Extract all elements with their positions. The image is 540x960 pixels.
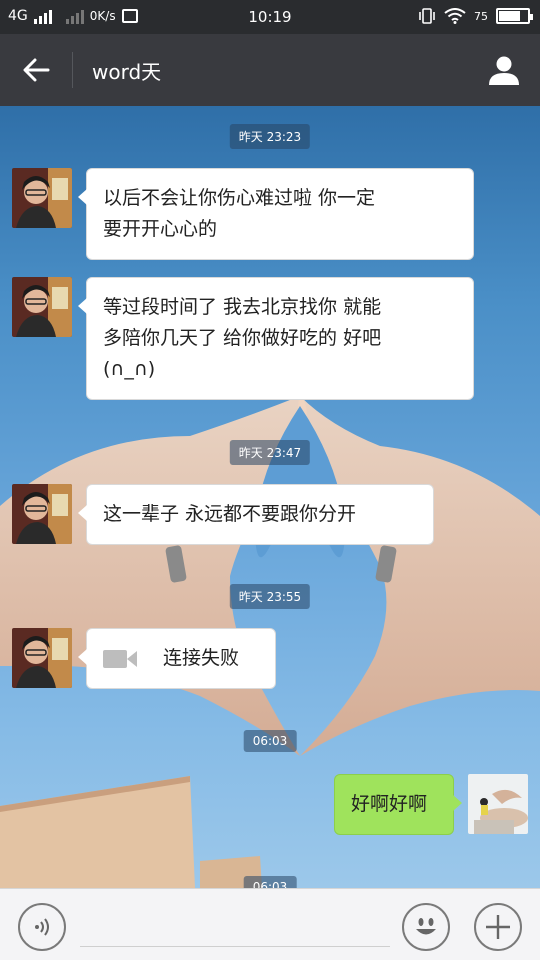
contact-avatar[interactable]: [12, 484, 72, 544]
back-button[interactable]: [14, 48, 58, 92]
input-bar: [0, 888, 540, 960]
message-input[interactable]: [80, 903, 390, 947]
timestamp: 昨天 23:55: [229, 584, 311, 609]
my-avatar[interactable]: [468, 774, 528, 834]
timestamp: 昨天 23:47: [229, 440, 311, 465]
person-icon: [489, 56, 519, 85]
battery-fill: [499, 11, 520, 21]
my-photo: [468, 774, 528, 834]
emoji-button[interactable]: [402, 903, 450, 951]
contact-photo: [12, 484, 72, 544]
battery-percent: 75: [474, 9, 488, 23]
contact-photo: [12, 628, 72, 688]
voice-button[interactable]: [18, 903, 66, 951]
my-message-bubble[interactable]: 好啊好啊: [334, 774, 462, 835]
chat-title: word天: [92, 60, 162, 84]
timestamp: 06:03: [243, 876, 297, 888]
contact-photo: [12, 168, 72, 228]
contact-photo: [12, 277, 72, 337]
message-text: 好啊好啊: [351, 793, 428, 815]
contact-avatar[interactable]: [12, 168, 72, 228]
timestamp: 昨天 23:23: [229, 124, 311, 149]
smiley-icon: [416, 918, 436, 935]
chat-header: word天: [0, 34, 540, 106]
battery-icon: [496, 8, 533, 24]
voice-icon: [35, 918, 49, 936]
message-line: (∩_∩): [103, 358, 156, 380]
message-line: 等过段时间了 我去北京找你 就能: [103, 296, 382, 318]
call-status-text: 连接失败: [163, 647, 240, 669]
message-bubble[interactable]: 这一辈子 永远都不要跟你分开: [78, 484, 434, 545]
chat-area[interactable]: 昨天 23:23 以后不会让你伤心难过啦 你一定 要开开心心的 等过段时间了 我…: [0, 106, 540, 888]
message-line: 要开开心心的: [103, 218, 218, 240]
more-button[interactable]: [474, 903, 522, 951]
message-bubble[interactable]: 等过段时间了 我去北京找你 就能 多陪你几天了 给你做好吃的 好吧 (∩_∩): [78, 277, 474, 400]
message-line: 多陪你几天了 给你做好吃的 好吧: [103, 327, 382, 349]
message-line: 这一辈子 永远都不要跟你分开: [103, 503, 357, 525]
profile-button[interactable]: [482, 48, 526, 92]
video-camera-icon: [103, 649, 137, 668]
message-line: 以后不会让你伤心难过啦 你一定: [103, 187, 376, 209]
message-bubble[interactable]: 以后不会让你伤心难过啦 你一定 要开开心心的: [78, 168, 474, 260]
wifi-icon: [444, 8, 466, 24]
contact-avatar[interactable]: [12, 628, 72, 688]
status-bar: 4G 0K/s 10:19 75: [0, 0, 540, 34]
plus-icon: [486, 915, 510, 939]
arrow-left-icon: [23, 58, 50, 82]
title-divider: [72, 52, 73, 88]
video-call-bubble[interactable]: 连接失败: [78, 628, 276, 689]
status-right: 75: [418, 8, 533, 24]
contact-avatar[interactable]: [12, 277, 72, 337]
vibrate-icon: [419, 8, 435, 24]
timestamp: 06:03: [243, 730, 297, 752]
